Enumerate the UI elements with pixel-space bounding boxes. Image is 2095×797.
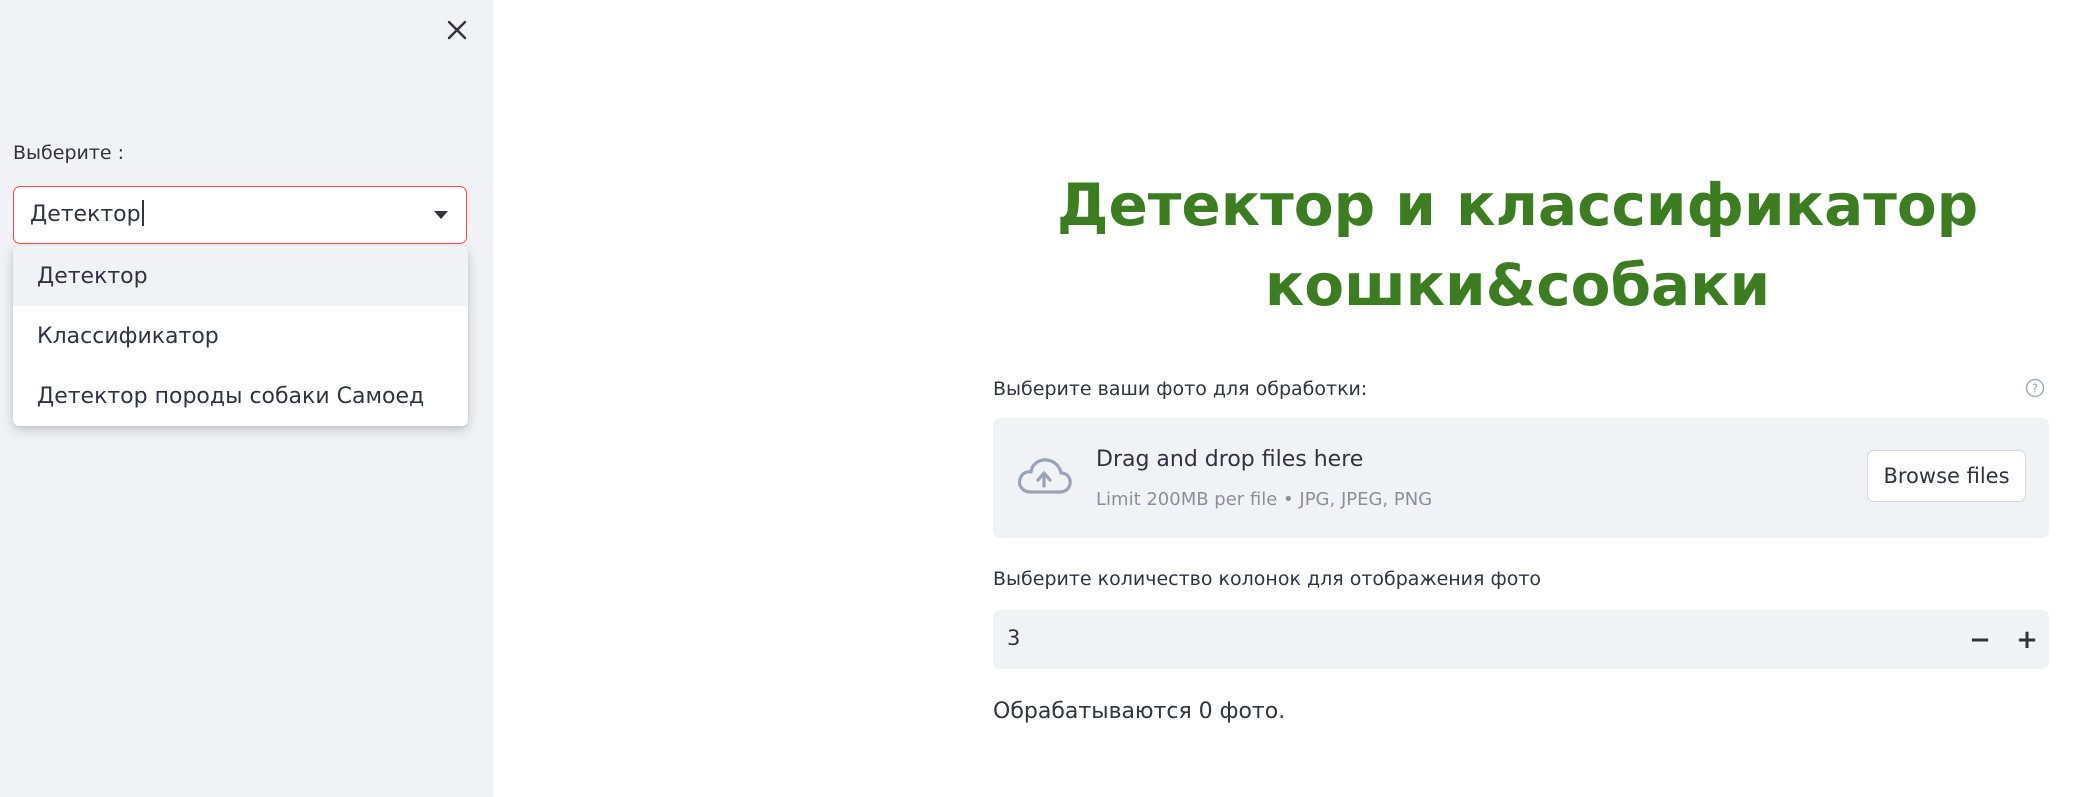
- file-dropzone[interactable]: Drag and drop files here Limit 200MB per…: [993, 418, 2049, 538]
- page-title: Детектор и классификатор кошки&собаки: [993, 165, 2042, 325]
- svg-text:?: ?: [2032, 382, 2038, 396]
- sidebar: Выберите : Детектор Детектор Классификат…: [0, 0, 493, 797]
- select-value: Детектор: [30, 202, 141, 227]
- chevron-down-icon[interactable]: [434, 211, 448, 219]
- dropdown-option-samoyed-detector[interactable]: Детектор породы собаки Самоед: [13, 366, 468, 426]
- uploader-label: Выберите ваши фото для обработки:: [993, 378, 1368, 400]
- columns-number-input[interactable]: 3 − +: [993, 610, 2049, 669]
- select-label: Выберите :: [13, 142, 125, 164]
- app: Выберите : Детектор Детектор Классификат…: [0, 0, 2095, 797]
- text-caret: [141, 200, 144, 226]
- upload-limit-text: Limit 200MB per file • JPG, JPEG, PNG: [1096, 489, 1433, 510]
- select-value-wrap: Детектор: [30, 200, 144, 228]
- columns-value[interactable]: 3: [1007, 626, 1020, 650]
- help-icon[interactable]: ?: [2025, 378, 2045, 398]
- close-sidebar-button[interactable]: [441, 14, 473, 46]
- cloud-upload-icon: [1017, 458, 1072, 494]
- page-title-line1: Детектор и классификатор: [1056, 171, 1979, 239]
- drop-text: Drag and drop files here: [1096, 447, 1364, 472]
- increment-button[interactable]: +: [2009, 622, 2045, 658]
- select-dropdown-menu: Детектор Классификатор Детектор породы с…: [13, 246, 468, 426]
- mode-select[interactable]: Детектор: [13, 186, 467, 244]
- page-title-line2: кошки&собаки: [1264, 251, 1771, 319]
- processing-status: Обрабатываются 0 фото.: [993, 699, 1286, 724]
- dropdown-option-classifier[interactable]: Классификатор: [13, 306, 468, 366]
- columns-label: Выберите количество колонок для отображе…: [993, 568, 1542, 590]
- close-icon: [447, 20, 467, 40]
- decrement-button[interactable]: −: [1962, 622, 1998, 658]
- browse-files-button[interactable]: Browse files: [1867, 450, 2026, 502]
- dropdown-option-detector[interactable]: Детектор: [13, 246, 468, 306]
